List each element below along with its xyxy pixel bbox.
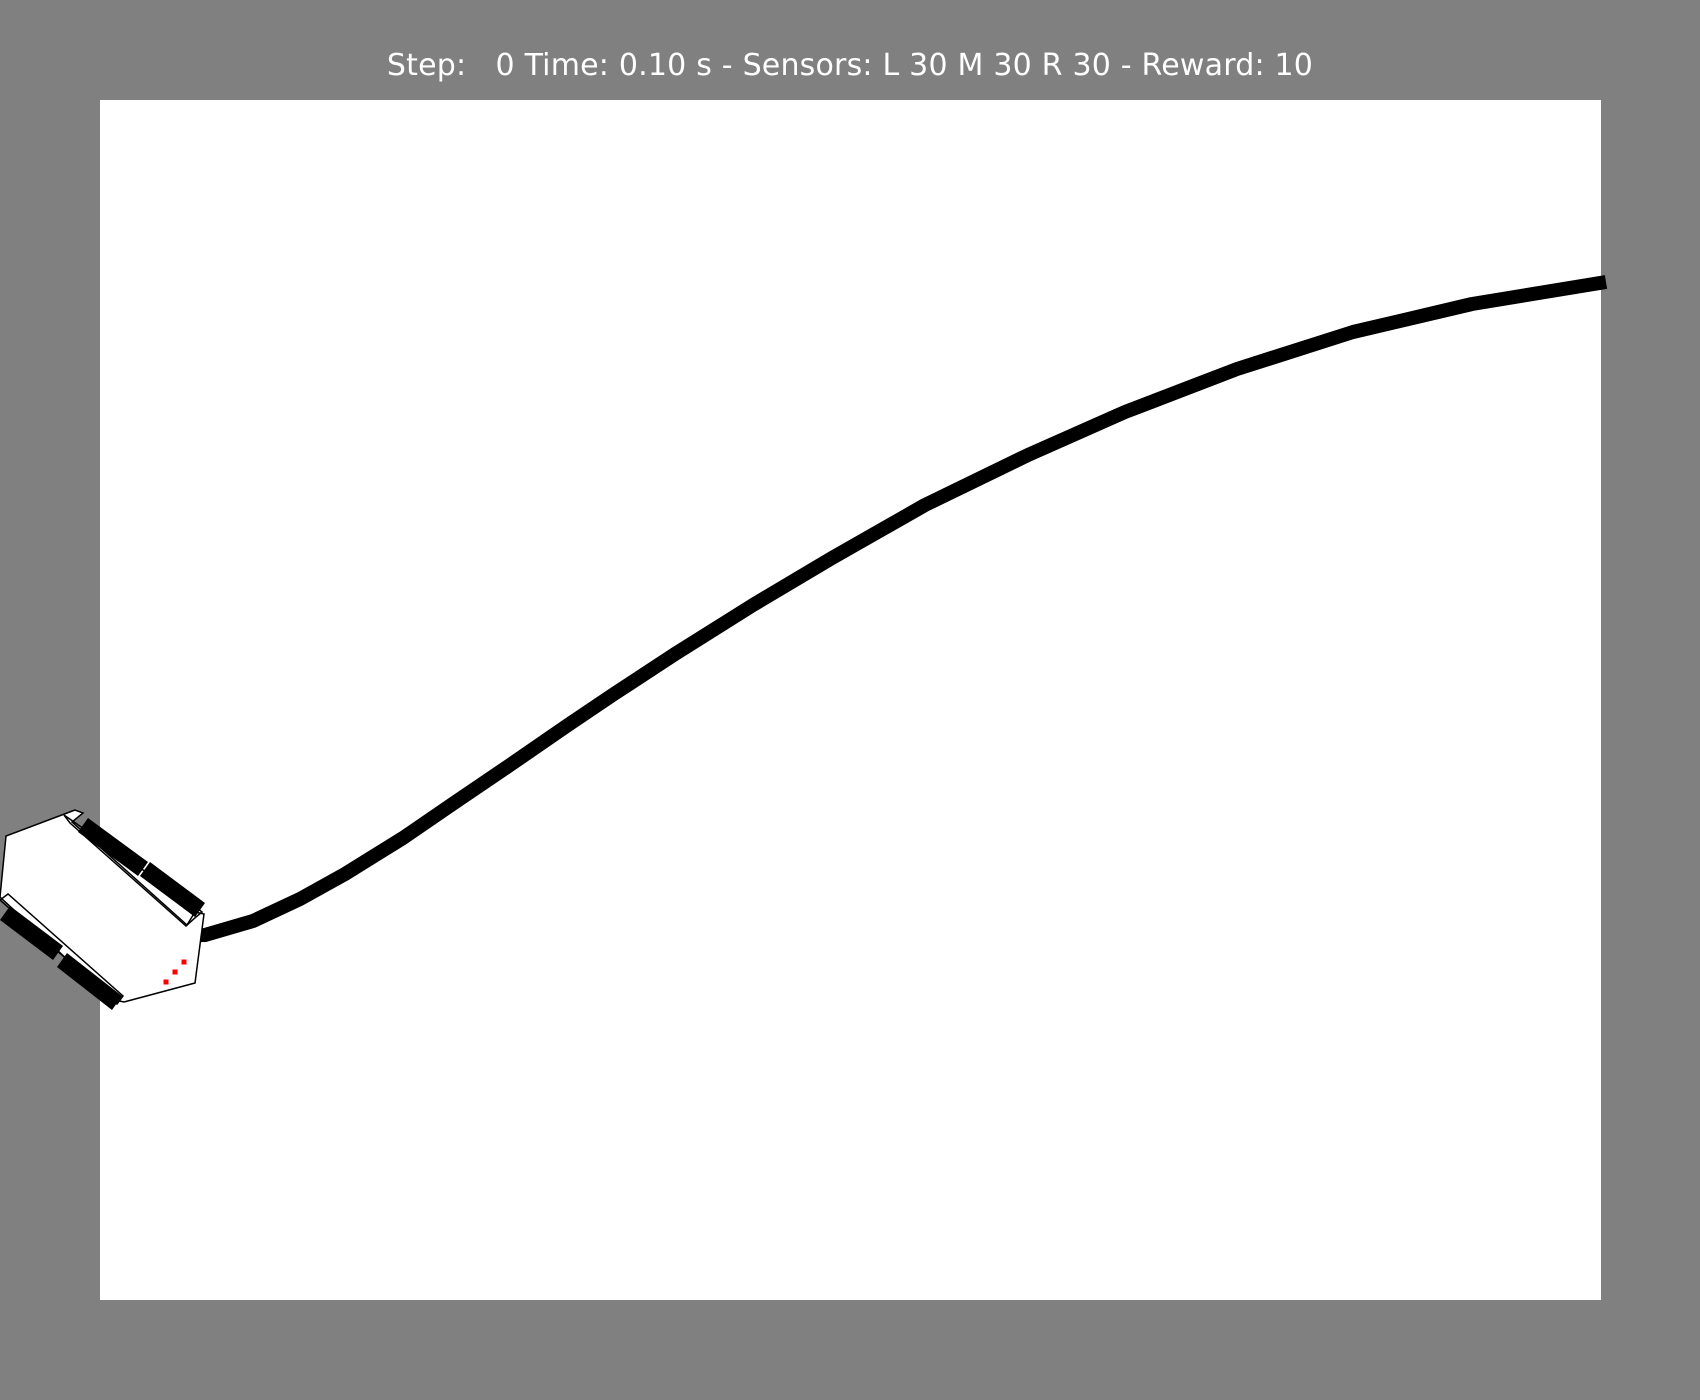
simulation-window: Step: 0 Time: 0.10 s - Sensors: L 30 M 3…	[0, 0, 1700, 1400]
simulation-canvas	[0, 0, 1700, 1400]
time-label: Time:	[524, 48, 610, 83]
sensor-left	[163, 979, 169, 985]
reward-label: Reward:	[1141, 48, 1265, 83]
sensor-middle-label: M	[957, 48, 984, 83]
status-bar: Step: 0 Time: 0.10 s - Sensors: L 30 M 3…	[386, 48, 1314, 83]
sensor-right	[181, 959, 187, 965]
reward-value: 10	[1274, 48, 1314, 83]
step-label: Step:	[386, 48, 467, 83]
sensor-left-label: L	[882, 48, 900, 83]
time-value: 0.10	[618, 48, 687, 83]
sensor-left-value: 30	[909, 48, 948, 83]
sensors-label: Sensors:	[742, 48, 873, 83]
sensor-right-value: 30	[1072, 48, 1112, 83]
sensor-middle	[172, 969, 178, 975]
time-unit: s	[696, 48, 713, 83]
step-value: 0	[495, 48, 515, 83]
arena	[100, 100, 1601, 1300]
sensor-middle-value: 30	[993, 48, 1032, 83]
sensor-right-label: R	[1041, 48, 1063, 83]
